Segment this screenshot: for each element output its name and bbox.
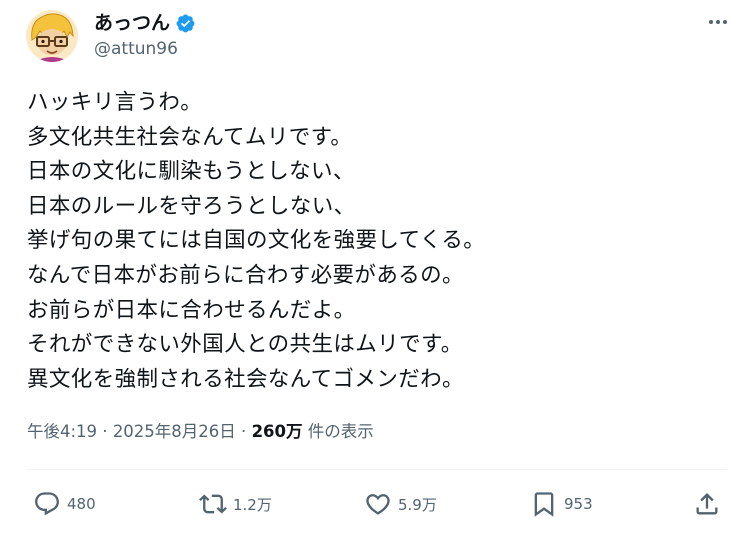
views-count[interactable]: 260万 [252,422,303,441]
avatar[interactable] [26,10,78,62]
meta-separator: · [235,422,252,441]
dot [716,20,720,24]
reply-icon [35,492,59,516]
retweet-icon [199,494,227,514]
dot [709,20,713,24]
like-button[interactable]: 5.9万 [364,487,437,521]
meta-separator: · [97,422,113,441]
post-time[interactable]: 午後4:19 [27,422,97,441]
verified-badge-icon[interactable] [175,13,196,34]
like-count: 5.9万 [398,495,437,514]
tweet-line: お前らが日本に合わせるんだよ。 [27,297,356,323]
cartoon-avatar-icon [26,10,78,62]
more-options-icon[interactable] [705,12,731,32]
tweet-line: なんで日本がお前らに合わす必要があるの。 [27,262,464,288]
tweet-line: 挙げ句の果てには自国の文化を強要してくる。 [27,228,486,254]
post-date[interactable]: 2025年8月26日 [113,422,236,441]
dot [723,20,727,24]
reply-count: 480 [67,495,96,513]
bookmark-button[interactable]: 953 [530,487,593,521]
heart-icon [366,494,390,515]
retweet-button[interactable]: 1.2万 [199,487,272,521]
tweet-line: 多文化共生社会なんてムリです。 [27,124,353,150]
tweet-line: ハッキリ言うわ。 [27,90,203,115]
views-label[interactable]: 件の表示 [303,422,374,441]
bookmark-count: 953 [564,495,593,513]
author-display-name[interactable]: あっつん [94,11,170,35]
bookmark-icon [534,492,554,517]
tweet-line: 日本の文化に馴染もうとしない、 [27,159,355,185]
author-name-row[interactable]: あっつん [94,11,196,35]
tweet-text: ハッキリ言うわ。 多文化共生社会なんてムリです。 日本の文化に馴染もうとしない、… [27,86,485,397]
tweet-meta: 午後4:19 · 2025年8月26日 · 260万 件の表示 [27,420,374,444]
action-bar: 480 1.2万 5.9万 953 [0,487,749,521]
author-handle[interactable]: @attun96 [94,38,178,60]
tweet-line: 日本のルールを守ろうとしない、 [27,193,356,219]
reply-button[interactable]: 480 [33,487,96,521]
tweet-line: 異文化を強制される社会なんてゴメンだわ。 [27,366,464,392]
tweet-card: あっつん @attun96 ハッキリ言うわ。 多文化共生社会なんてムリです。 日… [0,0,749,534]
divider [27,469,727,470]
retweet-count: 1.2万 [233,495,272,514]
share-button[interactable] [693,487,721,521]
tweet-line: それができない外国人との共生はムリです。 [27,332,463,358]
share-icon [696,493,718,515]
